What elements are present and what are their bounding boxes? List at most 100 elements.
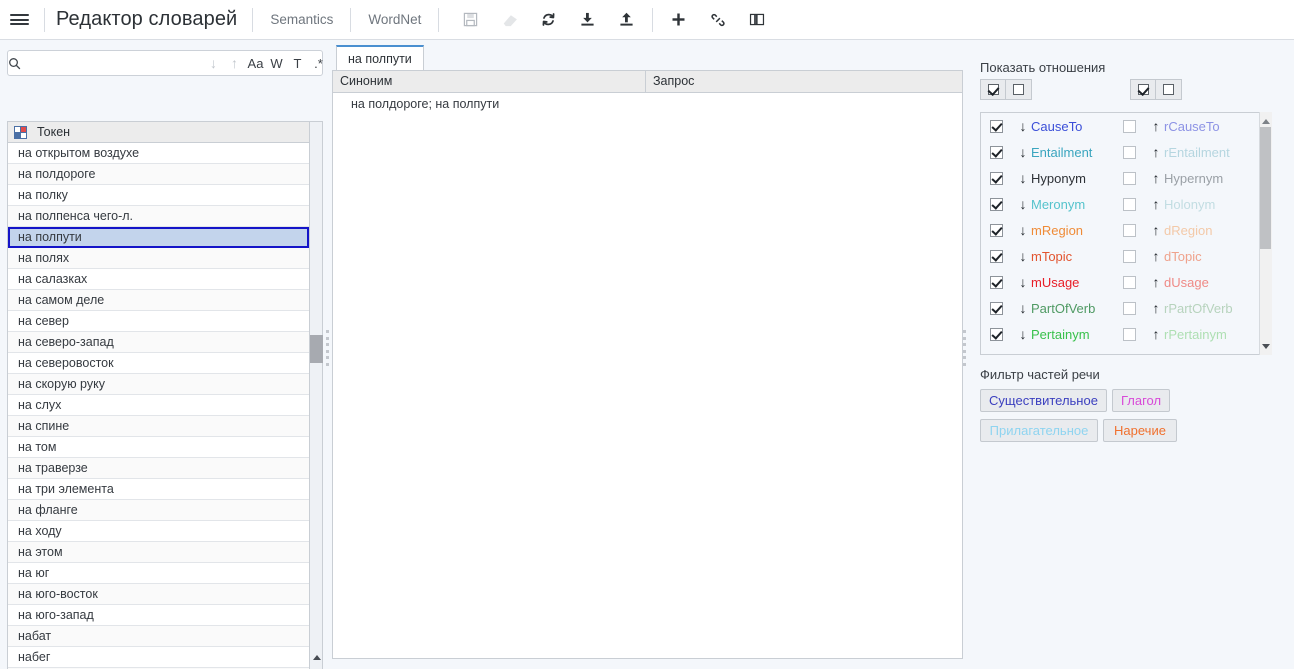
- refresh-icon[interactable]: [529, 0, 568, 40]
- relation-checkbox-rPartOfVerb[interactable]: [1123, 301, 1136, 315]
- tab-current-entry[interactable]: на полпути: [336, 45, 424, 70]
- add-icon[interactable]: [659, 0, 698, 40]
- split-panel-icon[interactable]: [737, 0, 776, 40]
- token-list-item[interactable]: набат: [8, 626, 309, 647]
- relation-label[interactable]: Pertainym: [1031, 327, 1090, 342]
- left-splitter-handle[interactable]: [325, 330, 330, 366]
- token-list-scrollbar-thumb[interactable]: [310, 335, 323, 363]
- whole-word-button[interactable]: W: [266, 51, 287, 75]
- token-list-item[interactable]: на салазках: [8, 269, 309, 290]
- column-header-synonym[interactable]: Синоним: [333, 71, 646, 92]
- search-input[interactable]: [21, 52, 197, 74]
- relations-scroll-up-button[interactable]: [1259, 114, 1272, 128]
- relation-checkbox-dTopic[interactable]: [1123, 249, 1136, 263]
- upload-icon[interactable]: [607, 0, 646, 40]
- token-list-item[interactable]: на спине: [8, 416, 309, 437]
- token-list-item[interactable]: на юг: [8, 563, 309, 584]
- relation-checkbox-Hyponym[interactable]: [990, 171, 1003, 185]
- token-list-scroll-up-button[interactable]: [310, 651, 323, 664]
- relation-label[interactable]: Meronym: [1031, 197, 1085, 212]
- token-list-scrollbar[interactable]: [310, 121, 323, 669]
- relation-label[interactable]: mRegion: [1031, 223, 1083, 238]
- download-icon[interactable]: [568, 0, 607, 40]
- synonym-table-row[interactable]: на полдороге; на полпути: [333, 93, 962, 115]
- uncheck-all-left-button[interactable]: [1006, 79, 1032, 100]
- relation-label[interactable]: rEntailment: [1164, 145, 1230, 160]
- check-all-left-button[interactable]: [980, 79, 1006, 100]
- query-cell[interactable]: [646, 93, 664, 115]
- search-bar[interactable]: ↓ ↑ Aa W T .*: [7, 50, 323, 76]
- token-list-item[interactable]: на траверзе: [8, 458, 309, 479]
- token-list-item[interactable]: на полях: [8, 248, 309, 269]
- match-case-button[interactable]: Aa: [245, 51, 266, 75]
- relation-label[interactable]: mUsage: [1031, 275, 1079, 290]
- nav-item-wordnet[interactable]: WordNet: [357, 12, 432, 27]
- token-list-item[interactable]: на ходу: [8, 521, 309, 542]
- relation-checkbox-CauseTo[interactable]: [990, 119, 1003, 133]
- link-icon[interactable]: [698, 0, 737, 40]
- token-list-item[interactable]: на том: [8, 437, 309, 458]
- relation-checkbox-dUsage[interactable]: [1123, 275, 1136, 289]
- relation-label[interactable]: dUsage: [1164, 275, 1209, 290]
- relation-label[interactable]: rPartOfVerb: [1164, 301, 1233, 316]
- relation-label[interactable]: Holonym: [1164, 197, 1215, 212]
- check-all-right-button[interactable]: [1130, 79, 1156, 100]
- relation-label[interactable]: dRegion: [1164, 223, 1212, 238]
- relations-scroll-down-button[interactable]: [1259, 339, 1272, 353]
- pos-filter-noun[interactable]: Существительное: [980, 389, 1107, 412]
- token-list-item[interactable]: на фланге: [8, 500, 309, 521]
- save-icon[interactable]: [451, 0, 490, 40]
- relation-checkbox-rPertainym[interactable]: [1123, 327, 1136, 341]
- token-list-item[interactable]: на полпенса чего-л.: [8, 206, 309, 227]
- token-list-item[interactable]: на полку: [8, 185, 309, 206]
- relation-checkbox-Holonym[interactable]: [1123, 197, 1136, 211]
- token-list-item[interactable]: на север: [8, 311, 309, 332]
- relation-label[interactable]: Hyponym: [1031, 171, 1086, 186]
- nav-item-semantics[interactable]: Semantics: [259, 12, 344, 27]
- pos-filter-verb[interactable]: Глагол: [1112, 389, 1170, 412]
- relation-checkbox-mRegion[interactable]: [990, 223, 1003, 237]
- relation-label[interactable]: CauseTo: [1031, 119, 1082, 134]
- pos-filter-adverb[interactable]: Наречие: [1103, 419, 1177, 442]
- token-list-item[interactable]: на полпути: [8, 227, 309, 248]
- relation-checkbox-rEntailment[interactable]: [1123, 145, 1136, 159]
- relation-checkbox-rCauseTo[interactable]: [1123, 119, 1136, 133]
- relation-label[interactable]: dTopic: [1164, 249, 1202, 264]
- relations-scrollbar-thumb[interactable]: [1260, 127, 1271, 249]
- relation-label[interactable]: rPertainym: [1164, 327, 1227, 342]
- sort-descending-button[interactable]: ↓: [203, 51, 224, 75]
- regex-button[interactable]: .*: [308, 51, 329, 75]
- relation-label[interactable]: mTopic: [1031, 249, 1072, 264]
- relation-label[interactable]: Entailment: [1031, 145, 1092, 160]
- hamburger-menu-icon[interactable]: [0, 0, 38, 40]
- relation-checkbox-mTopic[interactable]: [990, 249, 1003, 263]
- relation-checkbox-dRegion[interactable]: [1123, 223, 1136, 237]
- token-list-item[interactable]: на северовосток: [8, 353, 309, 374]
- column-header-query[interactable]: Запрос: [646, 71, 962, 92]
- relation-checkbox-Pertainym[interactable]: [990, 327, 1003, 341]
- token-list-item[interactable]: на скорую руку: [8, 374, 309, 395]
- token-list-item[interactable]: набег: [8, 647, 309, 668]
- uncheck-all-right-button[interactable]: [1156, 79, 1182, 100]
- relation-checkbox-Hypernym[interactable]: [1123, 171, 1136, 185]
- token-list-item[interactable]: на юго-восток: [8, 584, 309, 605]
- relation-checkbox-PartOfVerb[interactable]: [990, 301, 1003, 315]
- relation-checkbox-mUsage[interactable]: [990, 275, 1003, 289]
- pos-filter-adjective[interactable]: Прилагательное: [980, 419, 1098, 442]
- token-list-item[interactable]: на северо-запад: [8, 332, 309, 353]
- token-list-item[interactable]: на полдороге: [8, 164, 309, 185]
- text-mode-button[interactable]: T: [287, 51, 308, 75]
- token-list-item[interactable]: на самом деле: [8, 290, 309, 311]
- token-list-header[interactable]: Токен: [8, 122, 309, 143]
- eraser-icon[interactable]: [490, 0, 529, 40]
- relation-label[interactable]: Hypernym: [1164, 171, 1223, 186]
- relation-label[interactable]: PartOfVerb: [1031, 301, 1095, 316]
- sort-ascending-button[interactable]: ↑: [224, 51, 245, 75]
- token-list-item[interactable]: на открытом воздухе: [8, 143, 309, 164]
- relation-label[interactable]: rCauseTo: [1164, 119, 1220, 134]
- token-list-item[interactable]: на три элемента: [8, 479, 309, 500]
- token-list-item[interactable]: на этом: [8, 542, 309, 563]
- relation-checkbox-Meronym[interactable]: [990, 197, 1003, 211]
- relation-checkbox-Entailment[interactable]: [990, 145, 1003, 159]
- synonym-cell[interactable]: на полдороге; на полпути: [333, 93, 646, 115]
